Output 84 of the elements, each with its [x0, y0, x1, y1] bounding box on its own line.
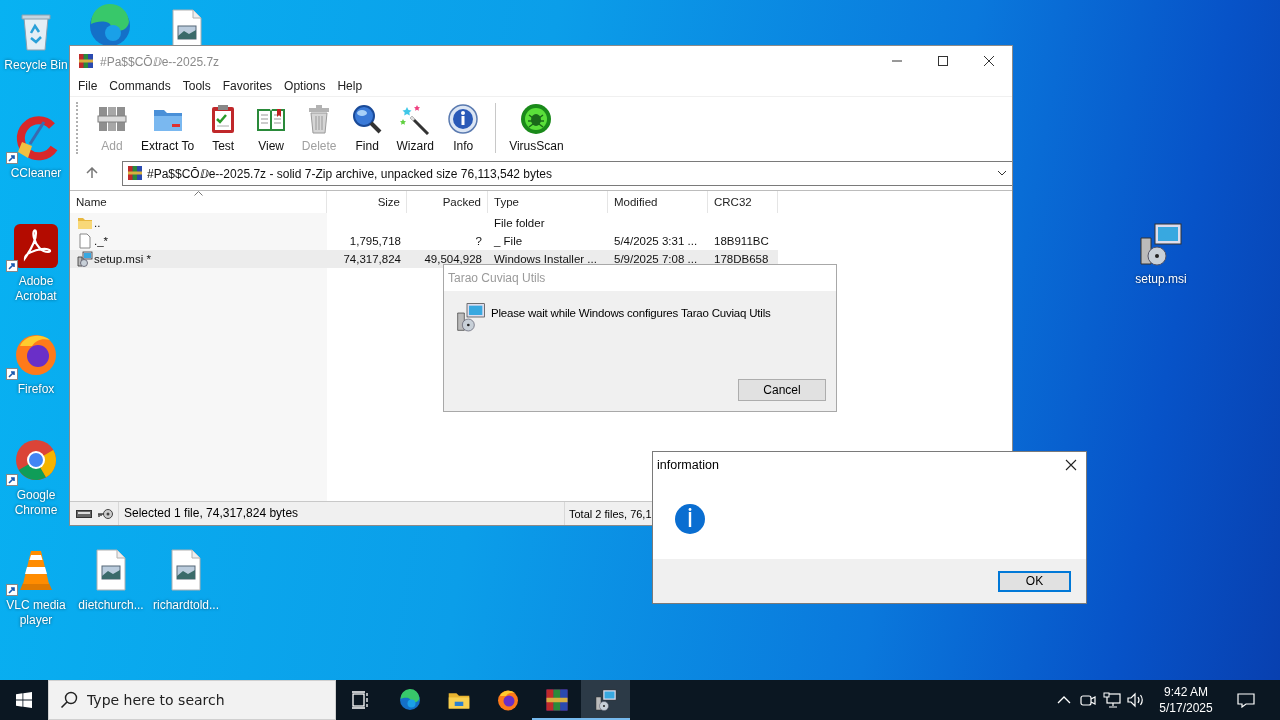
- desktop-icon-label[interactable]: setup.msi: [1135, 272, 1187, 287]
- toolbar-button[interactable]: Test: [199, 103, 248, 153]
- browser-icon[interactable]: [397, 688, 422, 712]
- shortcut-arrow-icon: [6, 152, 18, 164]
- table-cell: 5/4/2025 3:31 ...: [614, 235, 698, 247]
- close-icon[interactable]: [984, 56, 994, 66]
- file-name: ._*: [94, 235, 109, 247]
- column-header[interactable]: Size: [327, 191, 407, 213]
- table-cell: 49,504,928: [424, 253, 482, 265]
- volume-icon[interactable]: [1127, 692, 1145, 708]
- shortcut-arrow-icon: [6, 474, 18, 486]
- pdf-icon: [12, 222, 60, 270]
- clock-button[interactable]: 9:42 AM 5/17/2025: [1152, 680, 1220, 720]
- dialog-message: Please wait while Windows configures Tarao Cuviaq Utils: [491, 306, 771, 319]
- menu-item[interactable]: Commands: [104, 79, 176, 93]
- table-cell: 178DB658: [714, 253, 769, 265]
- search-icon: [60, 691, 78, 709]
- archive-icon: [78, 53, 94, 69]
- archive-icon[interactable]: [544, 688, 569, 712]
- status-text: Selected 1 file, 74,317,824 bytes: [119, 502, 565, 525]
- file-name: ..: [94, 217, 101, 229]
- network-icon[interactable]: [1103, 692, 1121, 708]
- installer-icon[interactable]: [593, 688, 618, 712]
- table-cell: ?: [475, 235, 482, 247]
- menu-item[interactable]: Help: [332, 79, 368, 93]
- close-icon: [1065, 459, 1077, 471]
- shortcut-arrow-icon: [6, 584, 18, 596]
- windows-logo-icon: [16, 692, 32, 708]
- table-cell: 5/9/2025 7:08 ...: [614, 253, 698, 265]
- file-row[interactable]: .. File folder: [70, 214, 778, 232]
- column-header[interactable]: Type: [488, 191, 608, 213]
- dialog-button[interactable]: Cancel: [738, 379, 826, 401]
- table-cell: _ File: [494, 235, 523, 247]
- browser-icon[interactable]: [495, 688, 520, 712]
- file-name: setup.msi *: [94, 253, 151, 265]
- table-cell: 74,317,824: [343, 253, 401, 265]
- window-title: #Pa$$CŌⅅe--2025.7z: [100, 53, 220, 70]
- toolbar-button[interactable]: Wizard: [391, 103, 440, 153]
- column-header[interactable]: Modified: [608, 191, 708, 213]
- table-cell: 1,795,718: [349, 235, 401, 247]
- camera-icon[interactable]: [1080, 692, 1096, 708]
- info-icon: [447, 103, 480, 135]
- address-field[interactable]: #Pa$$CŌⅅe--2025.7z - solid 7-Zip archive, unpacked size 76,113,542 bytes: [122, 160, 1012, 186]
- info-icon: [674, 502, 706, 535]
- installer-icon: [1137, 220, 1185, 268]
- bug-icon: [520, 103, 553, 135]
- task-view-icon: [350, 690, 371, 710]
- folder-icon: [77, 215, 93, 231]
- notification-icon[interactable]: [1237, 692, 1255, 708]
- archive-icon: [127, 165, 143, 181]
- chevron-down-icon[interactable]: [997, 170, 1007, 176]
- installer-icon: [455, 301, 487, 333]
- dialog-title: Tarao Cuviaq Utils: [444, 265, 836, 291]
- shortcut-arrow-icon: [6, 368, 18, 380]
- drive-icon: [76, 508, 92, 519]
- status-text: Total 2 files, 76,1: [568, 507, 652, 520]
- file-row[interactable]: setup.msi * 74,317,824 49,504,928 Windows Installer ... 5/9/2025 7:08 ... 178DB658: [70, 250, 778, 268]
- menu-item[interactable]: Favorites: [217, 79, 278, 93]
- file-row[interactable]: ._* 1,795,718 ? _ File 5/4/2025 3:31 ... 18B911BC: [70, 232, 778, 250]
- table-cell: Windows Installer ...: [494, 253, 597, 265]
- installer-icon: [77, 251, 93, 267]
- table-cell: File folder: [494, 217, 545, 229]
- wand-icon: [399, 103, 432, 135]
- dialog-button[interactable]: OK: [998, 570, 1071, 592]
- search-icon: [351, 103, 384, 135]
- menu-item[interactable]: File: [73, 79, 103, 93]
- shortcut-arrow-icon: [6, 260, 18, 272]
- column-header[interactable]: Packed: [407, 191, 488, 213]
- dialog-title: information: [656, 458, 719, 472]
- toolbar-button[interactable]: Find: [343, 103, 392, 153]
- toolbar-button[interactable]: View: [247, 103, 296, 153]
- menu-item[interactable]: Options: [279, 79, 331, 93]
- up-arrow-icon: [86, 167, 98, 179]
- toolbar-button[interactable]: Info: [439, 103, 488, 153]
- toolbar-button[interactable]: VirusScan: [504, 103, 569, 153]
- column-header[interactable]: CRC32: [708, 191, 778, 213]
- taskbar-app-button[interactable]: [581, 680, 630, 720]
- menu-item[interactable]: Tools: [177, 79, 216, 93]
- maximize-icon[interactable]: [938, 56, 948, 66]
- key-icon: [97, 507, 113, 520]
- search-field[interactable]: Type here to search: [48, 680, 336, 720]
- table-cell: 18B911BC: [714, 235, 769, 247]
- column-header[interactable]: Name: [70, 191, 327, 213]
- toolbar-button[interactable]: Extract To: [136, 103, 200, 153]
